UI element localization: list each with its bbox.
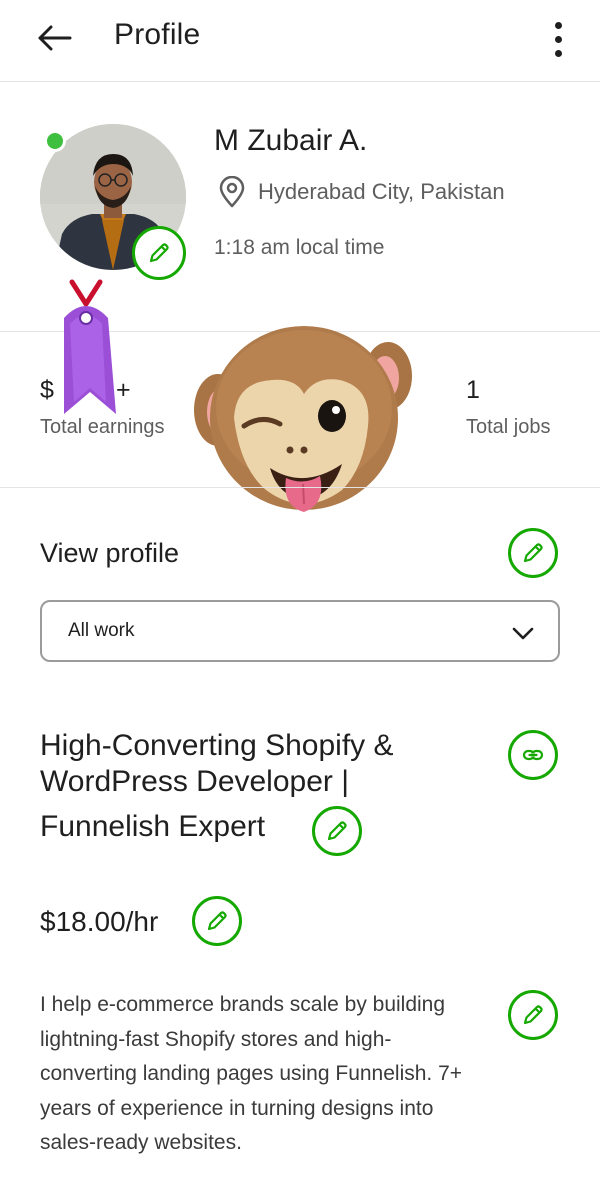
pencil-icon (207, 911, 227, 931)
pencil-icon (523, 543, 543, 563)
arrow-left-icon (38, 25, 72, 51)
winking-monkey-emoji (194, 326, 412, 512)
more-options-button[interactable] (542, 14, 574, 64)
hourly-rate: $18.00/hr (40, 906, 159, 937)
freelancer-name: M Zubair A. (214, 124, 368, 157)
top-app-bar: Profile (0, 0, 600, 82)
more-dot (554, 49, 562, 57)
chevron-down-icon (512, 627, 534, 640)
link-icon (522, 749, 544, 761)
dropdown-selected-value: All work (68, 620, 135, 641)
back-button[interactable] (30, 16, 78, 60)
location-text: Hyderabad City, Pakistan (258, 179, 505, 204)
edit-profile-button[interactable] (508, 528, 558, 578)
location-pin-icon (219, 176, 245, 208)
local-time: 1:18 am local time (214, 236, 385, 259)
online-status-indicator (44, 130, 66, 152)
more-dot (554, 35, 562, 43)
pencil-icon (149, 243, 169, 263)
work-filter-dropdown[interactable]: All work (40, 600, 560, 662)
edit-rate-button[interactable] (192, 896, 242, 946)
pencil-icon (327, 821, 347, 841)
profile-overview: I help e-commerce brands scale by buildi… (40, 993, 463, 1154)
pencil-icon (523, 1005, 543, 1025)
more-vertical-icon (554, 21, 562, 29)
profile-headline: High-Converting Shopify & WordPress Deve… (40, 729, 394, 798)
edit-title-button[interactable] (312, 806, 362, 856)
jobs-label: Total jobs (466, 416, 551, 438)
edit-photo-button[interactable] (132, 226, 186, 280)
view-profile-title: View profile (40, 538, 180, 568)
purple-tag-sticker (64, 279, 116, 414)
edit-overview-button[interactable] (508, 990, 558, 1040)
divider (0, 487, 600, 488)
jobs-value: 1 (466, 376, 480, 404)
profile-headline-line3: Funnelish Expert (40, 810, 266, 843)
location-row: Hyderabad City, Pakistan (218, 176, 505, 208)
copy-link-button[interactable] (508, 730, 558, 780)
page-title: Profile (114, 18, 201, 51)
